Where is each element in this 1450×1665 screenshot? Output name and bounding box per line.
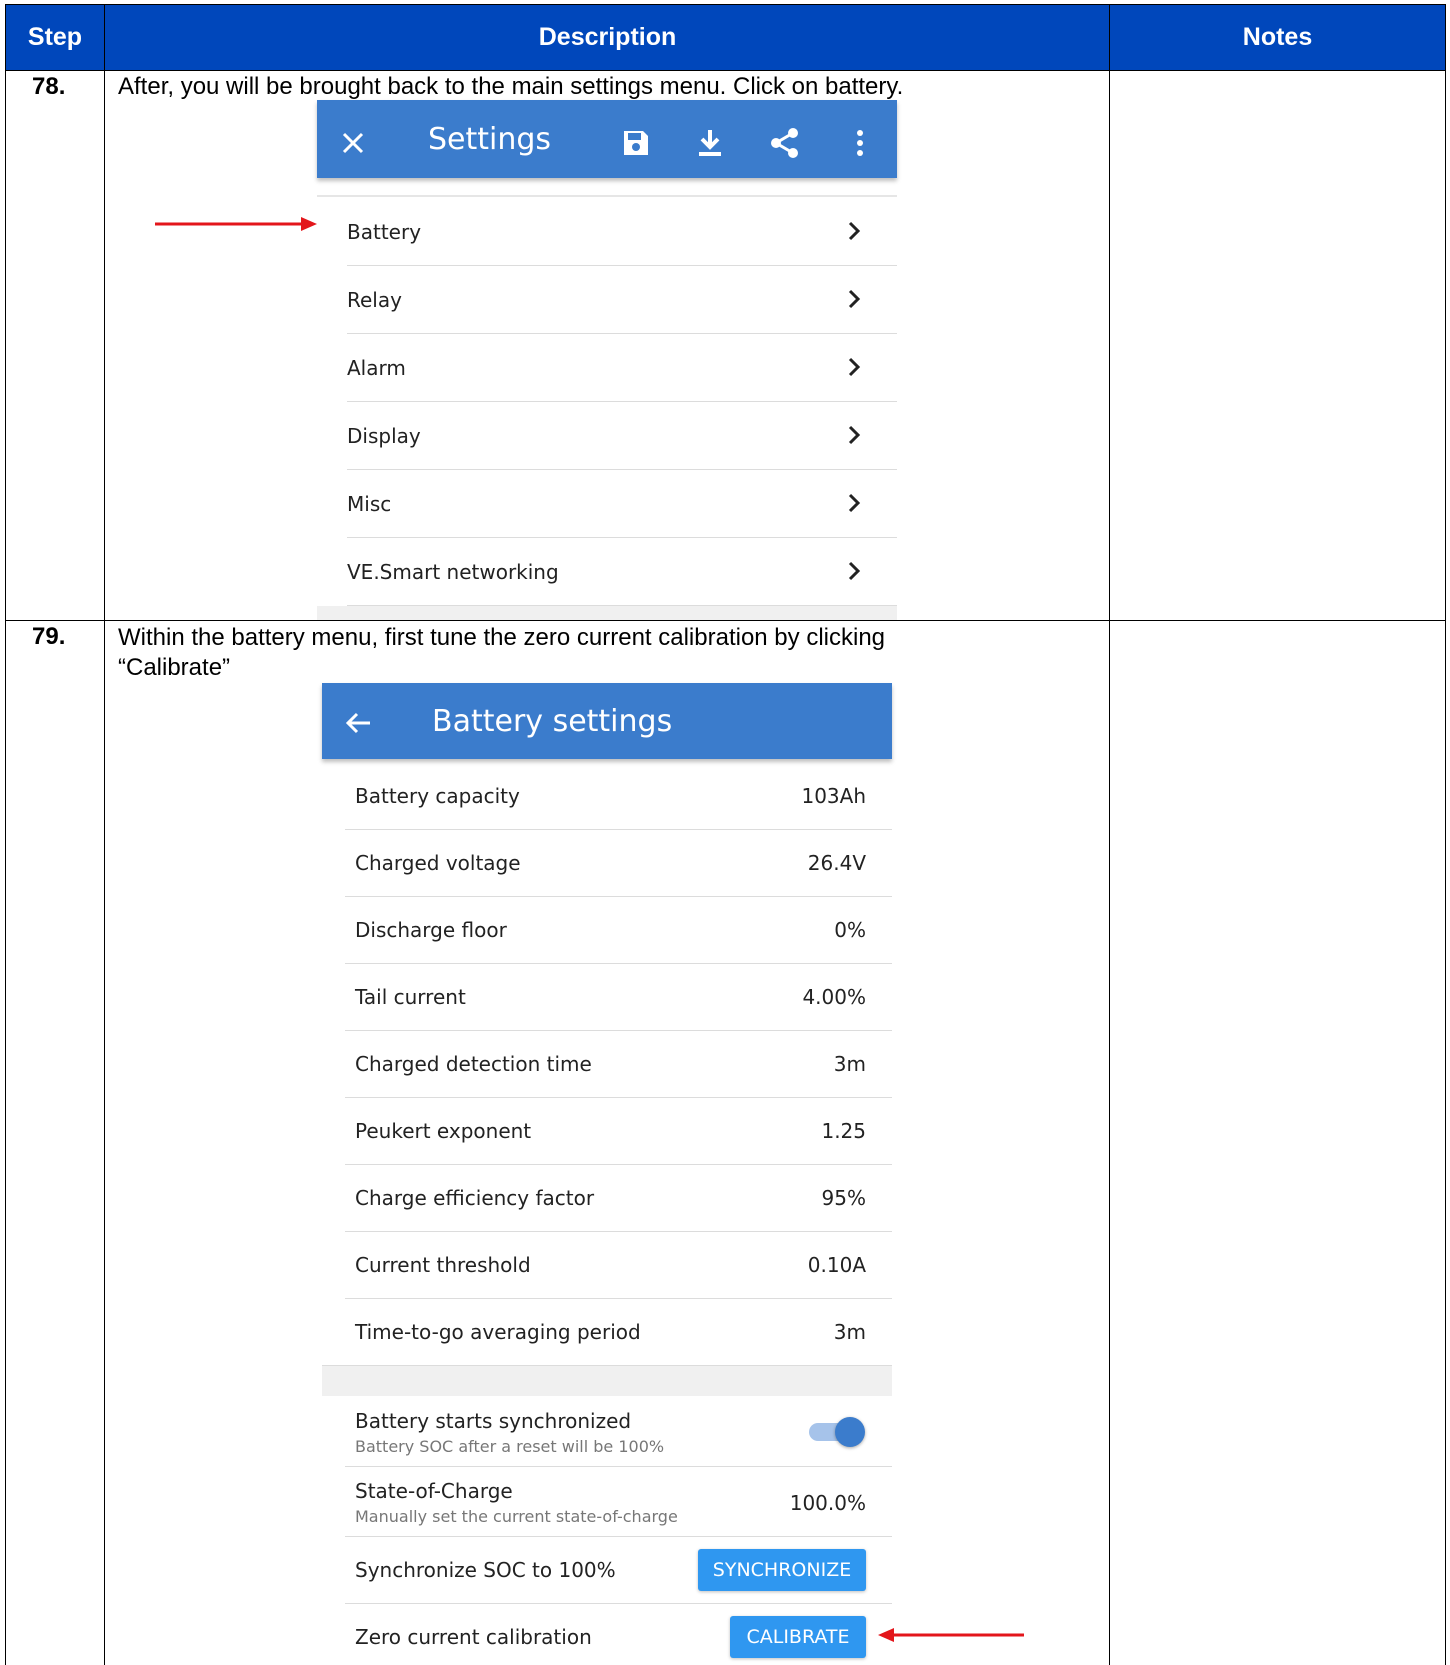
- settings-item-battery[interactable]: Battery: [347, 198, 897, 266]
- red-arrow-icon: [155, 217, 317, 231]
- setting-value: 103Ah: [801, 784, 866, 808]
- setting-battery-capacity[interactable]: Battery capacity 103Ah: [345, 763, 892, 830]
- menu-item-label: Alarm: [347, 356, 406, 380]
- setting-tail-current[interactable]: Tail current 4.00%: [345, 964, 892, 1031]
- back-arrow-icon[interactable]: [340, 705, 376, 741]
- settings-list-divider-top: [317, 195, 897, 197]
- setting-charge-efficiency-factor[interactable]: Charge efficiency factor 95%: [345, 1165, 892, 1232]
- setting-state-of-charge[interactable]: State-of-Charge Manually set the current…: [345, 1467, 892, 1537]
- step-number: 78.: [32, 73, 66, 100]
- setting-label: Peukert exponent: [355, 1119, 532, 1143]
- setting-peukert-exponent[interactable]: Peukert exponent 1.25: [345, 1098, 892, 1165]
- chevron-right-icon: [847, 288, 861, 315]
- chevron-right-icon: [847, 424, 861, 451]
- setting-value: 3m: [833, 1320, 866, 1344]
- battery-settings-title: Battery settings: [432, 704, 673, 739]
- setting-label: Charged detection time: [355, 1052, 592, 1076]
- save-icon[interactable]: [618, 125, 654, 161]
- step-number: 79.: [32, 623, 66, 650]
- menu-item-label: Relay: [347, 288, 402, 312]
- setting-value: 1.25: [821, 1119, 866, 1143]
- setting-value: 4.00%: [802, 985, 866, 1009]
- setting-label: Battery capacity: [355, 784, 520, 808]
- synchronize-button[interactable]: SYNCHRONIZE: [698, 1549, 866, 1591]
- more-vert-icon[interactable]: [842, 125, 878, 161]
- chevron-right-icon: [847, 560, 861, 587]
- section-separator: [322, 1366, 892, 1396]
- chevron-right-icon: [847, 492, 861, 519]
- setting-label: Tail current: [355, 985, 466, 1009]
- header-notes: Notes: [1110, 5, 1445, 70]
- setting-charged-voltage[interactable]: Charged voltage 26.4V: [345, 830, 892, 897]
- settings-item-relay[interactable]: Relay: [347, 266, 897, 334]
- setting-label: Battery starts synchronized: [355, 1409, 632, 1433]
- setting-value: 95%: [821, 1186, 866, 1210]
- setting-label: Charge efficiency factor: [355, 1186, 595, 1210]
- setting-time-to-go-averaging[interactable]: Time-to-go averaging period 3m: [322, 1299, 892, 1366]
- setting-label: Time-to-go averaging period: [355, 1320, 641, 1344]
- menu-item-label: Battery: [347, 220, 422, 244]
- settings-list-bottom-band: [317, 606, 897, 620]
- settings-item-alarm[interactable]: Alarm: [347, 334, 897, 402]
- settings-item-ve-smart-networking[interactable]: VE.Smart networking: [347, 538, 897, 606]
- settings-title: Settings: [428, 122, 552, 157]
- red-arrow-icon: [878, 1628, 1024, 1642]
- settings-appbar: [317, 100, 897, 178]
- setting-current-threshold[interactable]: Current threshold 0.10A: [345, 1232, 892, 1299]
- calibrate-button[interactable]: CALIBRATE: [730, 1616, 866, 1658]
- setting-value: 0%: [834, 918, 866, 942]
- setting-value: 0.10A: [807, 1253, 866, 1277]
- chevron-right-icon: [847, 220, 861, 247]
- setting-label: Zero current calibration: [355, 1625, 592, 1649]
- sync-toggle-knob: [835, 1417, 865, 1447]
- header-description: Description: [105, 5, 1110, 70]
- close-icon[interactable]: [335, 125, 371, 161]
- step-description: After, you will be brought back to the m…: [118, 73, 904, 100]
- menu-item-label: Display: [347, 424, 421, 448]
- settings-item-display[interactable]: Display: [347, 402, 897, 470]
- setting-sublabel: Battery SOC after a reset will be 100%: [355, 1437, 665, 1456]
- setting-discharge-floor[interactable]: Discharge floor 0%: [345, 897, 892, 964]
- setting-sublabel: Manually set the current state-of-charge: [355, 1507, 678, 1526]
- setting-label: Discharge floor: [355, 918, 507, 942]
- menu-item-label: VE.Smart networking: [347, 560, 559, 584]
- setting-value: 100.0%: [789, 1491, 866, 1515]
- step-description-line1: Within the battery menu, first tune the …: [118, 624, 886, 651]
- setting-value: 3m: [833, 1052, 866, 1076]
- menu-item-label: Misc: [347, 492, 392, 516]
- step-description-line2: “Calibrate”: [118, 654, 231, 681]
- chevron-right-icon: [847, 356, 861, 383]
- setting-label: Current threshold: [355, 1253, 531, 1277]
- setting-synchronize-soc: Synchronize SOC to 100% SYNCHRONIZE: [345, 1537, 892, 1604]
- share-icon[interactable]: [767, 125, 803, 161]
- setting-label: State-of-Charge: [355, 1479, 513, 1503]
- setting-value: 26.4V: [807, 851, 866, 875]
- setting-label: Synchronize SOC to 100%: [355, 1558, 616, 1582]
- download-icon[interactable]: [692, 125, 728, 161]
- settings-item-misc[interactable]: Misc: [347, 470, 897, 538]
- header-step: Step: [5, 5, 105, 70]
- setting-battery-starts-synchronized[interactable]: Battery starts synchronized Battery SOC …: [345, 1397, 892, 1467]
- setting-label: Charged voltage: [355, 851, 521, 875]
- setting-zero-current-calibration: Zero current calibration CALIBRATE: [345, 1604, 892, 1665]
- setting-charged-detection-time[interactable]: Charged detection time 3m: [345, 1031, 892, 1098]
